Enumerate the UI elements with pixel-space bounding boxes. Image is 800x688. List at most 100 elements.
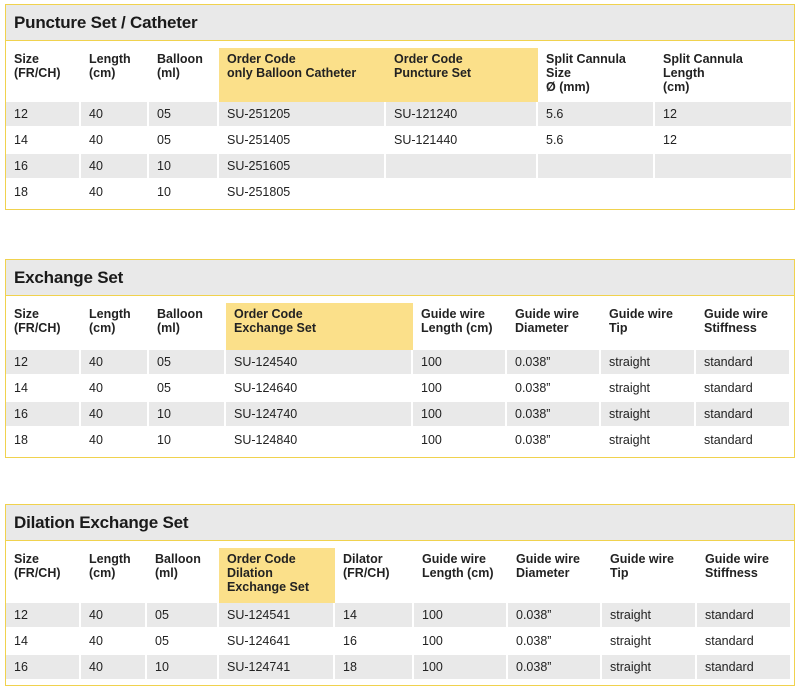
panel-title-bar: Dilation Exchange Set bbox=[6, 505, 794, 541]
column-header: Size (FR/CH) bbox=[14, 52, 61, 80]
table-cell: 40 bbox=[81, 629, 147, 655]
table-cell: 05 bbox=[147, 629, 219, 655]
panel-title: Exchange Set bbox=[14, 267, 124, 287]
table-cell: 05 bbox=[149, 376, 226, 402]
table-cell: SU-124541 bbox=[219, 603, 335, 629]
table-cell: 10 bbox=[149, 428, 226, 454]
table-cell: 5.6 bbox=[538, 102, 655, 128]
table-cell: 12 bbox=[655, 102, 793, 128]
table-cell: 12 bbox=[6, 603, 81, 629]
table-cell: 14 bbox=[6, 629, 81, 655]
table-cell bbox=[538, 154, 655, 180]
table-cell bbox=[655, 180, 793, 206]
table-cell: 05 bbox=[147, 603, 219, 629]
column-header: Guide wire Stiffness bbox=[704, 307, 768, 335]
table-cell bbox=[538, 180, 655, 206]
table-cell: 18 bbox=[6, 180, 81, 206]
column-header: Dilator (FR/CH) bbox=[343, 552, 390, 580]
table-cell: SU-124540 bbox=[226, 350, 413, 376]
column-header: Balloon (ml) bbox=[157, 52, 203, 80]
header-row: Size (FR/CH) Length (cm) Balloon (ml) Order… bbox=[6, 548, 792, 603]
table-cell: 10 bbox=[147, 655, 219, 681]
table-cell: straight bbox=[601, 350, 696, 376]
table-cell: 100 bbox=[414, 603, 508, 629]
table-cell: 12 bbox=[6, 350, 81, 376]
column-header: Length (cm) bbox=[89, 52, 131, 80]
table-cell: standard bbox=[697, 603, 792, 629]
column-header: Split Cannula Length (cm) bbox=[663, 52, 743, 94]
table-cell: 16 bbox=[335, 629, 414, 655]
table-cell: straight bbox=[601, 428, 696, 454]
table-cell: straight bbox=[602, 603, 697, 629]
table-row: 12 40 05 SU-251205 SU-121240 5.6 12 bbox=[6, 102, 793, 128]
table-cell: 0.038” bbox=[508, 655, 602, 681]
table-cell: 0.038” bbox=[507, 376, 601, 402]
table-cell: 40 bbox=[81, 154, 149, 180]
table-cell: 40 bbox=[81, 603, 147, 629]
table-cell bbox=[386, 180, 538, 206]
table-cell: SU-124741 bbox=[219, 655, 335, 681]
table-cell: SU-124640 bbox=[226, 376, 413, 402]
table-cell: SU-121240 bbox=[386, 102, 538, 128]
column-header: Length (cm) bbox=[89, 552, 131, 580]
puncture-set-panel: Puncture Set / Catheter Size (FR/CH) Leng… bbox=[5, 4, 795, 210]
panel-title-bar: Puncture Set / Catheter bbox=[6, 5, 794, 41]
table-cell: straight bbox=[601, 402, 696, 428]
table-cell: SU-251205 bbox=[219, 102, 386, 128]
table-row: 18 40 10 SU-124840 100 0.038” straight standard bbox=[6, 428, 791, 454]
table-cell bbox=[386, 154, 538, 180]
column-header: Split Cannula Size Ø (mm) bbox=[546, 52, 626, 94]
table-cell: 0.038” bbox=[508, 629, 602, 655]
table-cell: SU-124740 bbox=[226, 402, 413, 428]
column-header: Order Code only Balloon Catheter bbox=[219, 48, 386, 102]
header-row: Size (FR/CH) Length (cm) Balloon (ml) Order… bbox=[6, 303, 791, 350]
table-cell: straight bbox=[602, 629, 697, 655]
table-cell: 100 bbox=[413, 376, 507, 402]
table-cell: 40 bbox=[81, 655, 147, 681]
column-header: Guide wire Diameter bbox=[516, 552, 580, 580]
table-cell: 05 bbox=[149, 128, 219, 154]
table-row: 14 40 05 SU-251405 SU-121440 5.6 12 bbox=[6, 128, 793, 154]
table-row: 14 40 05 SU-124640 100 0.038” straight standard bbox=[6, 376, 791, 402]
table-cell: 40 bbox=[81, 402, 149, 428]
table-cell: 100 bbox=[413, 350, 507, 376]
table-cell: 40 bbox=[81, 102, 149, 128]
table-cell: 16 bbox=[6, 154, 81, 180]
table-cell: 18 bbox=[335, 655, 414, 681]
table-row: 16 40 10 SU-251605 bbox=[6, 154, 793, 180]
column-header: Guide wire Stiffness bbox=[705, 552, 769, 580]
table-cell: standard bbox=[696, 376, 791, 402]
table-cell: 40 bbox=[81, 128, 149, 154]
table-cell: standard bbox=[696, 402, 791, 428]
table-cell: SU-251405 bbox=[219, 128, 386, 154]
column-header: Order Code Puncture Set bbox=[386, 48, 538, 102]
table-cell: 12 bbox=[655, 128, 793, 154]
column-header: Guide wire Tip bbox=[609, 307, 673, 335]
table-cell: 100 bbox=[414, 629, 508, 655]
exchange-set-table: Size (FR/CH) Length (cm) Balloon (ml) Order… bbox=[6, 303, 791, 454]
table-cell: standard bbox=[696, 428, 791, 454]
table-row: 12 40 05 SU-124540 100 0.038” straight standard bbox=[6, 350, 791, 376]
dilation-exchange-set-table: Size (FR/CH) Length (cm) Balloon (ml) Order… bbox=[6, 548, 792, 681]
table-cell: 40 bbox=[81, 180, 149, 206]
column-header: Order Code Exchange Set bbox=[226, 303, 413, 350]
table-cell: 05 bbox=[149, 102, 219, 128]
table-cell: 16 bbox=[6, 402, 81, 428]
table-cell: standard bbox=[696, 350, 791, 376]
table-cell: 0.038” bbox=[507, 350, 601, 376]
column-header: Balloon (ml) bbox=[155, 552, 201, 580]
table-cell: 100 bbox=[414, 655, 508, 681]
column-header: Guide wire Tip bbox=[610, 552, 674, 580]
table-cell: 14 bbox=[335, 603, 414, 629]
table-cell: SU-251605 bbox=[219, 154, 386, 180]
exchange-set-panel: Exchange Set Size (FR/CH) Length (cm) Ball… bbox=[5, 259, 795, 458]
table-row: 16 40 10 SU-124741 18 100 0.038” straight standa… bbox=[6, 655, 792, 681]
table-cell: SU-121440 bbox=[386, 128, 538, 154]
panel-title: Puncture Set / Catheter bbox=[14, 12, 198, 32]
table-cell: 18 bbox=[6, 428, 81, 454]
table-cell: standard bbox=[697, 629, 792, 655]
table-cell: 5.6 bbox=[538, 128, 655, 154]
table-row: 18 40 10 SU-251805 bbox=[6, 180, 793, 206]
table-cell: straight bbox=[601, 376, 696, 402]
table-cell: 10 bbox=[149, 402, 226, 428]
